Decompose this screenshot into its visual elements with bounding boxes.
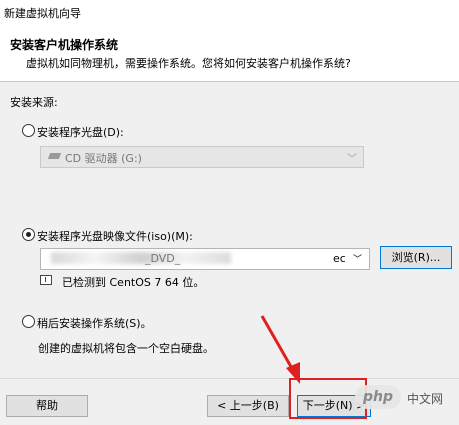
page-title: 安装客户机操作系统 bbox=[10, 38, 119, 52]
browse-button[interactable]: 浏览(R)... bbox=[380, 246, 452, 269]
drive-select: CD 驱动器 (G:) ﹀ bbox=[40, 146, 364, 168]
install-source-panel: 安装来源: 安装程序光盘(D): CD 驱动器 (G:) ﹀ 安装程序光盘映像文… bbox=[0, 82, 459, 378]
iso-path-input[interactable]: _DVD_ ec ﹀ bbox=[40, 248, 370, 270]
page-subtitle: 虚拟机如同物理机，需要操作系统。您将如何安装客户机操作系统? bbox=[26, 57, 351, 70]
iso-option-label[interactable]: 安装程序光盘映像文件(iso)(M): bbox=[37, 228, 193, 244]
chevron-down-icon: ﹀ bbox=[347, 154, 357, 165]
detected-os-text: 已检测到 CentOS 7 64 位。 bbox=[62, 276, 205, 289]
cd-drive-icon bbox=[47, 153, 62, 159]
disc-option-label[interactable]: 安装程序光盘(D): bbox=[37, 124, 124, 140]
install-source-label: 安装来源: bbox=[10, 96, 58, 109]
disc-radio[interactable] bbox=[22, 124, 35, 137]
back-button[interactable]: < 上一步(B) bbox=[207, 395, 289, 417]
iso-path-redaction bbox=[51, 252, 231, 264]
iso-radio[interactable] bbox=[22, 228, 35, 241]
help-button[interactable]: 帮助 bbox=[6, 395, 88, 417]
iso-path-fragment: _DVD_ bbox=[145, 252, 181, 265]
wizard-header: 安装客户机操作系统 虚拟机如同物理机，需要操作系统。您将如何安装客户机操作系统? bbox=[0, 24, 459, 82]
iso-path-suffix: ec bbox=[333, 252, 346, 265]
title-bar: 新建虚拟机向导 bbox=[0, 0, 459, 24]
watermark-badge: php bbox=[355, 385, 401, 409]
window-title: 新建虚拟机向导 bbox=[4, 7, 81, 20]
watermark-text: 中文网 bbox=[407, 392, 444, 406]
later-option-description: 创建的虚拟机将包含一个空白硬盘。 bbox=[38, 342, 214, 355]
watermark: php 中文网 bbox=[355, 381, 459, 415]
chevron-down-icon: ﹀ bbox=[353, 255, 363, 265]
info-icon bbox=[40, 275, 52, 285]
later-option-label[interactable]: 稍后安装操作系统(S)。 bbox=[37, 315, 152, 331]
drive-select-value: CD 驱动器 (G:) bbox=[65, 152, 142, 165]
later-radio[interactable] bbox=[22, 315, 35, 328]
